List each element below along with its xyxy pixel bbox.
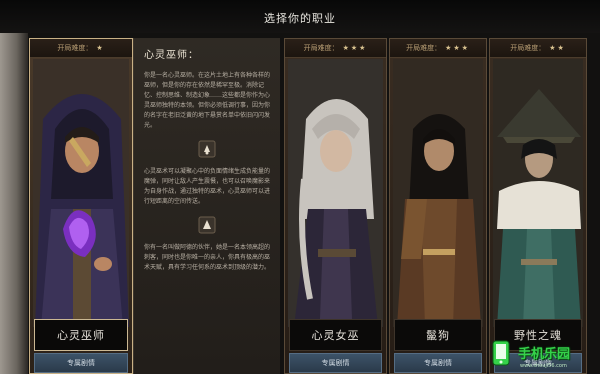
class-card-mind-wizard[interactable]: 开局难度： ★ 心灵巫师 专属剧情	[29, 38, 133, 374]
difficulty-label: 开局难度：	[57, 44, 93, 52]
class-card-hyena[interactable]: 开局难度： ★★★ 鬣狗 专属剧情	[389, 38, 487, 374]
class-name-box: 鬣狗	[394, 319, 482, 351]
difficulty-stars: ★★	[549, 44, 566, 52]
screen-title: 选择你的职业	[264, 12, 336, 25]
detail-paragraph-skills: 心灵巫术可以凝聚心中的负面情绪生成负能量的魔弹，同时让敌人产生震慑，也可以召唤魔…	[144, 168, 271, 205]
watermark-url: www.shouji56.com	[520, 363, 567, 369]
site-watermark: 手机乐园 www.shouji56.com	[488, 331, 600, 374]
difficulty-stars: ★★★	[342, 44, 368, 52]
difficulty-label: 开局难度：	[303, 44, 339, 52]
class-detail-panel: 心灵巫师： 你是一名心灵巫师。在这片土地上有各种各样的巫师，但是你的存在依然是稀…	[133, 38, 280, 374]
difficulty-bar: 开局难度： ★★★	[390, 39, 486, 58]
character-portrait-hyena	[393, 59, 483, 327]
class-name: 心灵巫师	[57, 329, 105, 342]
exclusive-story-button[interactable]: 专属剧情	[289, 353, 382, 373]
difficulty-bar: 开局难度： ★★★	[285, 39, 386, 58]
character-portrait-mind-witch	[288, 59, 383, 327]
exclusive-story-button[interactable]: 专属剧情	[34, 353, 128, 373]
class-name-box: 心灵巫师	[34, 319, 128, 351]
class-card-wild-soul[interactable]: 开局难度： ★★ 野性之魂 专属剧情	[489, 38, 587, 374]
phone-logo-icon	[492, 340, 510, 365]
difficulty-label: 开局难度：	[406, 44, 442, 52]
bell-icon	[144, 140, 270, 158]
class-name: 心灵女巫	[311, 329, 360, 342]
difficulty-stars: ★	[96, 44, 105, 52]
character-portrait-mind-wizard	[33, 59, 129, 327]
watermark-text: 手机乐园	[518, 347, 571, 362]
class-name: 鬣狗	[426, 329, 450, 342]
difficulty-bar: 开局难度： ★	[30, 39, 132, 58]
background-wall	[0, 33, 28, 374]
difficulty-bar: 开局难度： ★★	[490, 39, 586, 58]
class-card-mind-witch[interactable]: 开局难度： ★★★ 心灵女巫 专属剧情	[284, 38, 387, 374]
class-name-box: 心灵女巫	[289, 319, 382, 351]
difficulty-stars: ★★★	[445, 44, 470, 52]
difficulty-label: 开局难度：	[510, 44, 546, 52]
detail-paragraph-companion: 你有一名叫做阿德的伙伴，她是一名本领高超的刺客，同时也是你唯一的亲人，你具有极高…	[144, 244, 271, 271]
exclusive-story-button[interactable]: 专属剧情	[394, 353, 482, 373]
detail-paragraph-backstory: 你是一名心灵巫师。在这片土地上有各种各样的巫师，但是你的存在依然是稀罕至极。消除…	[144, 72, 271, 129]
companion-icon	[144, 216, 270, 234]
character-portrait-wild-soul	[493, 59, 583, 327]
detail-title: 心灵巫师：	[144, 50, 199, 61]
